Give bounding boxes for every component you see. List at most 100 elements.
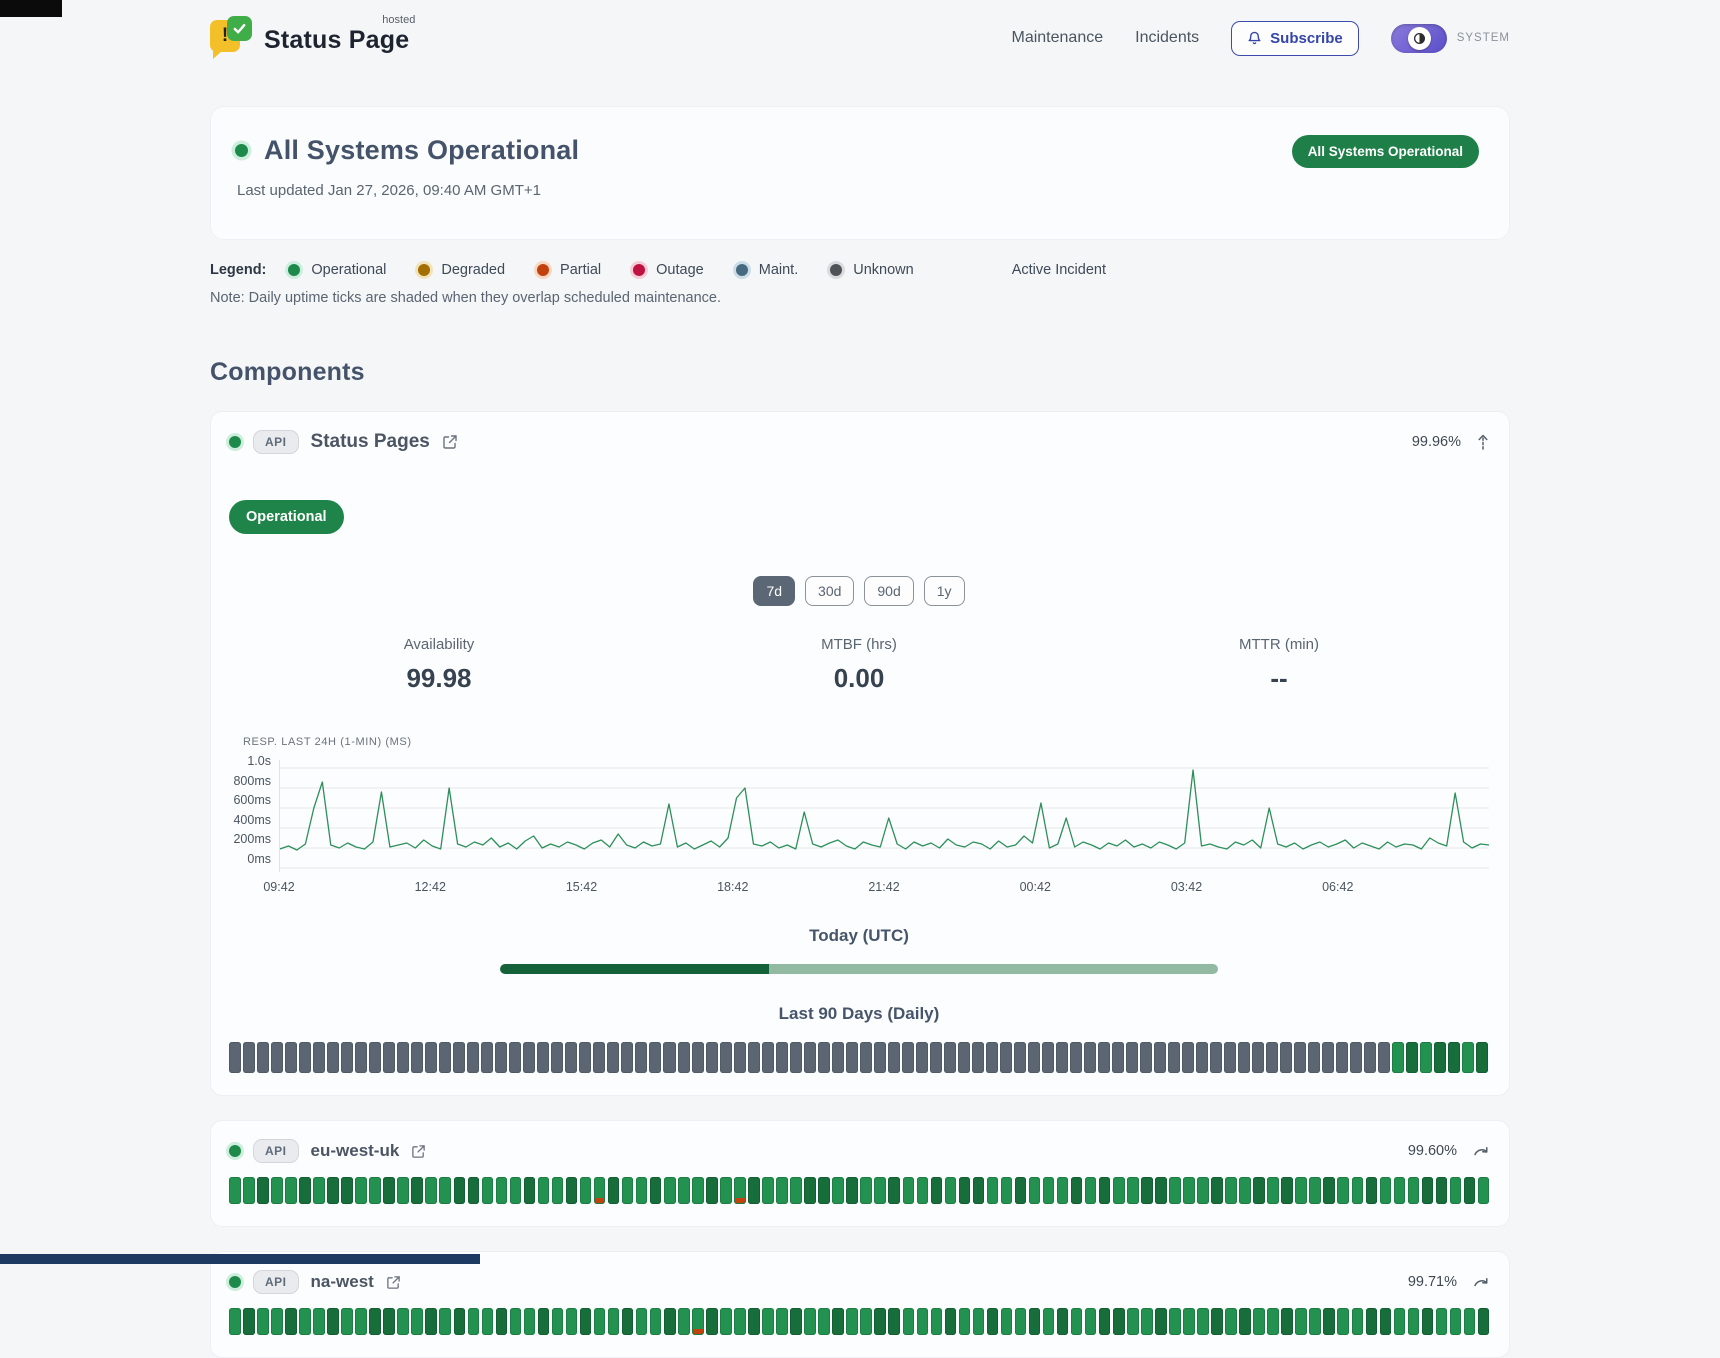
uptime-tick[interactable] bbox=[383, 1177, 395, 1204]
uptime-tick[interactable] bbox=[986, 1042, 998, 1073]
uptime-tick[interactable] bbox=[1436, 1177, 1448, 1204]
uptime-tick[interactable] bbox=[1043, 1177, 1055, 1204]
uptime-tick[interactable] bbox=[888, 1177, 900, 1204]
uptime-tick[interactable] bbox=[706, 1308, 718, 1335]
uptime-tick[interactable] bbox=[369, 1042, 381, 1073]
uptime-tick[interactable] bbox=[243, 1042, 255, 1073]
uptime-tick[interactable] bbox=[734, 1042, 746, 1073]
uptime-tick[interactable] bbox=[1183, 1308, 1195, 1335]
uptime-tick[interactable] bbox=[1239, 1308, 1251, 1335]
uptime-tick[interactable] bbox=[271, 1177, 283, 1204]
uptime-tick[interactable] bbox=[313, 1042, 325, 1073]
uptime-tick[interactable] bbox=[510, 1177, 522, 1204]
uptime-tick[interactable] bbox=[762, 1308, 774, 1335]
uptime-tick[interactable] bbox=[355, 1177, 367, 1204]
uptime-tick[interactable] bbox=[1113, 1308, 1125, 1335]
uptime-tick[interactable] bbox=[663, 1042, 675, 1073]
uptime-tick[interactable] bbox=[706, 1177, 718, 1204]
uptime-tick[interactable] bbox=[832, 1042, 844, 1073]
uptime-tick[interactable] bbox=[327, 1177, 339, 1204]
uptime-tick[interactable] bbox=[1127, 1177, 1139, 1204]
uptime-tick[interactable] bbox=[917, 1308, 929, 1335]
uptime-tick[interactable] bbox=[692, 1177, 704, 1204]
uptime-tick[interactable] bbox=[818, 1177, 830, 1204]
uptime-tick[interactable] bbox=[397, 1308, 409, 1335]
uptime-tick[interactable] bbox=[271, 1308, 283, 1335]
uptime-tick[interactable] bbox=[285, 1308, 297, 1335]
uptime-tick[interactable] bbox=[790, 1308, 802, 1335]
uptime-tick[interactable] bbox=[1238, 1042, 1250, 1073]
uptime-tick[interactable] bbox=[692, 1308, 704, 1335]
uptime-tick[interactable] bbox=[804, 1042, 816, 1073]
uptime-tick[interactable] bbox=[720, 1042, 732, 1073]
uptime-tick[interactable] bbox=[1014, 1042, 1026, 1073]
uptime-tick[interactable] bbox=[874, 1308, 886, 1335]
uptime-tick[interactable] bbox=[1085, 1308, 1097, 1335]
uptime-tick[interactable] bbox=[888, 1042, 900, 1073]
uptime-tick[interactable] bbox=[874, 1177, 886, 1204]
uptime-tick[interactable] bbox=[1352, 1308, 1364, 1335]
uptime-tick[interactable] bbox=[453, 1042, 465, 1073]
uptime-tick[interactable] bbox=[341, 1177, 353, 1204]
uptime-tick[interactable] bbox=[846, 1042, 858, 1073]
nav-maintenance[interactable]: Maintenance bbox=[1012, 29, 1104, 47]
uptime-tick[interactable] bbox=[1057, 1177, 1069, 1204]
subscribe-button[interactable]: Subscribe bbox=[1231, 21, 1359, 56]
uptime-tick[interactable] bbox=[439, 1042, 451, 1073]
uptime-tick[interactable] bbox=[1225, 1308, 1237, 1335]
uptime-tick[interactable] bbox=[1392, 1042, 1404, 1073]
uptime-tick[interactable] bbox=[580, 1177, 592, 1204]
uptime-tick[interactable] bbox=[1464, 1308, 1476, 1335]
uptime-tick[interactable] bbox=[846, 1308, 858, 1335]
uptime-tick[interactable] bbox=[411, 1042, 423, 1073]
uptime-tick[interactable] bbox=[1380, 1177, 1392, 1204]
uptime-tick[interactable] bbox=[1154, 1042, 1166, 1073]
uptime-tick[interactable] bbox=[1001, 1308, 1013, 1335]
uptime-tick[interactable] bbox=[1281, 1177, 1293, 1204]
uptime-tick[interactable] bbox=[972, 1042, 984, 1073]
uptime-tick[interactable] bbox=[1197, 1177, 1209, 1204]
uptime-tick[interactable] bbox=[987, 1177, 999, 1204]
uptime-tick[interactable] bbox=[1224, 1042, 1236, 1073]
uptime-tick[interactable] bbox=[1422, 1308, 1434, 1335]
uptime-tick[interactable] bbox=[397, 1042, 409, 1073]
uptime-tick[interactable] bbox=[538, 1177, 550, 1204]
uptime-tick[interactable] bbox=[1098, 1042, 1110, 1073]
uptime-tick[interactable] bbox=[790, 1177, 802, 1204]
uptime-tick[interactable] bbox=[776, 1177, 788, 1204]
uptime-tick[interactable] bbox=[621, 1042, 633, 1073]
uptime-tick[interactable] bbox=[636, 1177, 648, 1204]
uptime-tick[interactable] bbox=[482, 1177, 494, 1204]
uptime-tick[interactable] bbox=[1478, 1308, 1490, 1335]
uptime-tick[interactable] bbox=[1394, 1308, 1406, 1335]
uptime-tick[interactable] bbox=[1380, 1308, 1392, 1335]
uptime-tick[interactable] bbox=[1043, 1308, 1055, 1335]
uptime-tick[interactable] bbox=[832, 1308, 844, 1335]
uptime-tick[interactable] bbox=[1169, 1308, 1181, 1335]
uptime-tick[interactable] bbox=[622, 1177, 634, 1204]
uptime-tick[interactable] bbox=[341, 1308, 353, 1335]
uptime-tick[interactable] bbox=[1422, 1177, 1434, 1204]
uptime-tick[interactable] bbox=[1267, 1177, 1279, 1204]
uptime-tick[interactable] bbox=[931, 1177, 943, 1204]
uptime-tick[interactable] bbox=[1112, 1042, 1124, 1073]
uptime-tick[interactable] bbox=[482, 1308, 494, 1335]
uptime-tick[interactable] bbox=[650, 1177, 662, 1204]
uptime-tick[interactable] bbox=[537, 1042, 549, 1073]
uptime-tick[interactable] bbox=[1267, 1308, 1279, 1335]
uptime-tick[interactable] bbox=[1225, 1177, 1237, 1204]
uptime-tick[interactable] bbox=[1476, 1042, 1488, 1073]
uptime-tick[interactable] bbox=[1196, 1042, 1208, 1073]
external-link-icon[interactable] bbox=[442, 434, 458, 450]
uptime-tick[interactable] bbox=[579, 1042, 591, 1073]
uptime-tick[interactable] bbox=[1450, 1308, 1462, 1335]
uptime-tick[interactable] bbox=[664, 1308, 676, 1335]
uptime-tick[interactable] bbox=[509, 1042, 521, 1073]
uptime-tick[interactable] bbox=[594, 1308, 606, 1335]
uptime-tick[interactable] bbox=[818, 1042, 830, 1073]
uptime-tick[interactable] bbox=[551, 1042, 563, 1073]
uptime-tick[interactable] bbox=[1126, 1042, 1138, 1073]
uptime-tick[interactable] bbox=[1436, 1308, 1448, 1335]
uptime-tick[interactable] bbox=[566, 1177, 578, 1204]
uptime-tick[interactable] bbox=[1448, 1042, 1460, 1073]
